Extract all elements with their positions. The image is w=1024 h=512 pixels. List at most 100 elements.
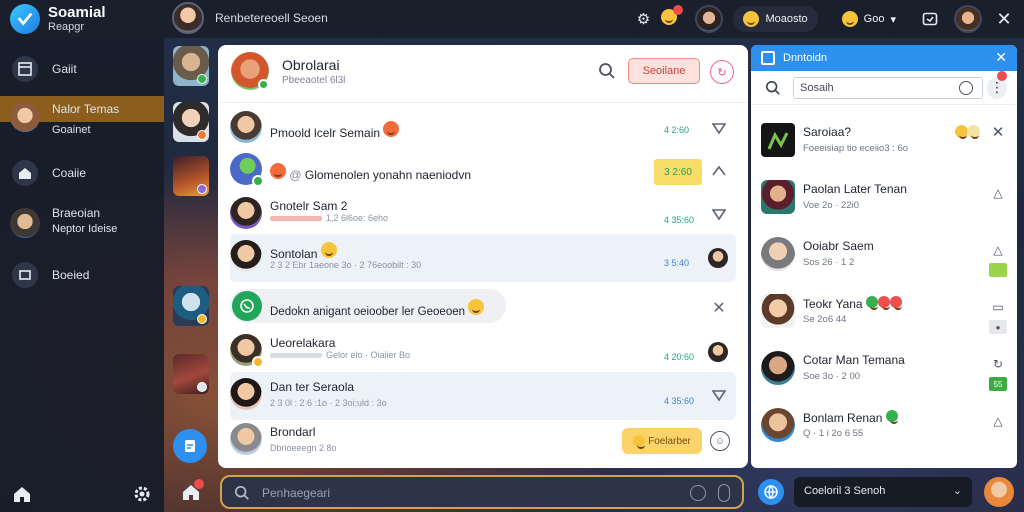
contact-item[interactable]: Paolan Later Tenan Voe 2o · 22i0 △ <box>751 172 1017 228</box>
message-time: 4 2:60 <box>664 125 690 135</box>
nav-item-braeoian[interactable]: Braeoian Neptor Ideise <box>0 206 164 242</box>
thumbnail[interactable] <box>173 46 209 86</box>
contact-item[interactable]: Bonlam Renan Q · 1 i 2o 6 55 △ <box>751 400 1017 456</box>
nav-item-coaiie[interactable]: Coaiie <box>0 158 164 188</box>
gear-icon[interactable] <box>130 482 154 506</box>
message-time: 3 5:40 <box>664 258 690 268</box>
smiley-icon[interactable]: ☺ <box>710 431 730 451</box>
nav-item-gaiit[interactable]: Gaiit <box>0 54 164 84</box>
emoji-icon <box>320 242 337 258</box>
header-action-button[interactable]: Seoilane <box>628 58 700 84</box>
left-navigation: Gaiit Nalor Temas Goainet Coaiie Braeoia… <box>0 38 164 512</box>
profile-avatar[interactable] <box>984 477 1014 507</box>
contact-name: Cotar Man Temana <box>803 353 905 367</box>
brand-subtitle: Reapgr <box>48 21 85 33</box>
window-icon[interactable] <box>920 9 940 29</box>
close-icon[interactable]: ✕ <box>995 49 1007 66</box>
chevron-up-icon[interactable] <box>710 162 728 180</box>
search-icon[interactable] <box>598 62 616 85</box>
chat-icon[interactable]: ▭ <box>989 298 1007 316</box>
nav-label: Boeied <box>52 268 90 282</box>
status-pill[interactable]: Moaosto <box>733 6 818 32</box>
contact-item[interactable]: Cotar Man Temana Soe 3o · 2 00 ↻ 55 <box>751 343 1017 399</box>
whatsapp-icon <box>232 291 262 321</box>
user-menu[interactable]: Goo ▾ <box>832 6 906 32</box>
second-user-avatar[interactable] <box>954 5 982 33</box>
window-title: Renbetereoell Seoen <box>215 11 328 25</box>
emoji-icon <box>889 296 902 310</box>
reaction-avatar[interactable] <box>708 342 728 362</box>
avatar <box>230 111 262 143</box>
thumbnail[interactable] <box>173 354 209 394</box>
home-icon[interactable] <box>10 482 34 506</box>
message-row[interactable]: Dan ter Seraola 2 3 0l : 2 6 :1o · 2 3oi… <box>230 372 736 420</box>
bubble-text: Dedokn anigant oeioober ler Geoeoen <box>270 299 485 318</box>
contact-item[interactable]: Teokr Yana Se 2o6 44 ▭ ● <box>751 286 1017 342</box>
right-panel-header: Dnntoidn ✕ <box>751 45 1017 71</box>
home-icon[interactable] <box>178 479 204 505</box>
globe-icon[interactable] <box>758 479 784 505</box>
app-logo[interactable] <box>10 4 40 34</box>
bubble-text-value: Dedokn anigant oeioober ler Geoeoen <box>270 306 466 318</box>
compose-input[interactable]: Penhaegeari <box>220 475 744 509</box>
online-dot <box>252 175 264 187</box>
close-icon[interactable]: ✕ <box>989 123 1007 141</box>
camera-icon[interactable] <box>959 81 973 95</box>
user-avatar[interactable] <box>695 5 724 33</box>
contact-item[interactable]: Ooiabr Saem Sos 26 · 1 2 △ <box>751 229 1017 285</box>
thumbnail[interactable] <box>173 102 209 142</box>
chevron-up-icon[interactable]: △ <box>989 241 1007 259</box>
send-icon[interactable] <box>710 387 728 405</box>
document-icon <box>185 440 195 452</box>
message-bubble[interactable]: Dedokn anigant oeioober ler Geoeoen <box>230 289 506 323</box>
refresh-icon[interactable]: ↻ <box>710 60 734 84</box>
nav-label: Nalor Temas <box>52 102 120 116</box>
smile-icon <box>743 11 760 27</box>
message-name-text: Glomenolen yonahn naeniodvn <box>304 168 471 182</box>
contact-name: Bonlam Renan <box>803 410 898 425</box>
emoji-icon[interactable] <box>690 485 706 501</box>
message-preview: 2 3 2 Ebr 1aeone 3o · 2 76eoobilt : 30 <box>270 260 422 270</box>
message-row[interactable]: Sontolan 2 3 2 Ebr 1aeone 3o · 2 76eoobi… <box>230 234 736 282</box>
message-row[interactable]: Pmoold lcelr Semain 4 2:60 <box>230 105 736 153</box>
contact-name: Teokr Yana <box>803 296 902 311</box>
settings-icon[interactable]: ⚙ <box>633 9 653 29</box>
brand-title: Soamial <box>48 4 106 21</box>
chevron-up-icon[interactable]: △ <box>989 412 1007 430</box>
thumbnail[interactable] <box>173 156 209 196</box>
contact-item[interactable]: Saroiaa? Foeeisiap tio eceiio3 : 6o ✕ <box>751 115 1017 171</box>
avatar <box>761 123 795 157</box>
message-row[interactable]: @ Glomenolen yonahn naeniodvn 3 2:60 <box>230 147 736 195</box>
message-row[interactable]: Gnotelr Sam 2 1,2 6l6oe: 6eho 4 35:60 <box>230 191 736 239</box>
right-panel-title: Dnntoidn <box>783 52 828 64</box>
search-input[interactable]: Sosaih <box>793 77 983 99</box>
chevron-down-icon[interactable] <box>710 120 728 138</box>
right-panel: Dnntoidn ✕ Sosaih ⋮ Saroiaa? Foeeisiap t… <box>751 45 1017 468</box>
top-profile-avatar[interactable] <box>172 2 204 34</box>
new-document-button[interactable] <box>173 429 207 463</box>
refresh-icon[interactable]: ↻ <box>989 355 1007 373</box>
reaction-avatar[interactable] <box>708 248 728 268</box>
nav-item-active[interactable]: Nalor Temas <box>0 96 164 132</box>
chat-avatar[interactable] <box>231 52 269 90</box>
action-button[interactable]: Foelarber <box>622 428 702 454</box>
thumbnail[interactable] <box>173 286 209 326</box>
search-icon[interactable] <box>765 80 781 101</box>
message-preview: 2 3 0l : 2 6 :1o · 2 3oi;uld : 3o <box>270 398 387 408</box>
home-icon <box>12 160 38 186</box>
chat-panel: Obrolarai Pbeeaotel 6l3l Seoilane ↻ Pmoo… <box>218 45 748 468</box>
account-selector[interactable]: Coeloril 3 Senoh ⌄ <box>794 477 972 507</box>
notification-badge <box>673 4 684 15</box>
contact-name: Ooiabr Saem <box>803 239 874 253</box>
nav-item-boeied[interactable]: Boeied <box>0 260 164 290</box>
mic-icon[interactable] <box>718 484 730 502</box>
message-preview: 1,2 6l6oe: 6eho <box>270 213 388 223</box>
chevron-up-icon[interactable]: △ <box>989 184 1007 202</box>
chevron-down-icon[interactable] <box>710 206 728 224</box>
time-tag: 3 2:60 <box>654 159 702 185</box>
close-icon[interactable]: ✕ <box>710 299 728 317</box>
message-row[interactable]: Ueorelakara Gelor elo · Oiaiier Bo 4 20:… <box>230 328 736 376</box>
contact-sub: Foeeisiap tio eceiio3 : 6o <box>803 143 909 154</box>
close-icon[interactable]: ✕ <box>994 9 1014 29</box>
notification-emoji[interactable] <box>661 4 684 30</box>
